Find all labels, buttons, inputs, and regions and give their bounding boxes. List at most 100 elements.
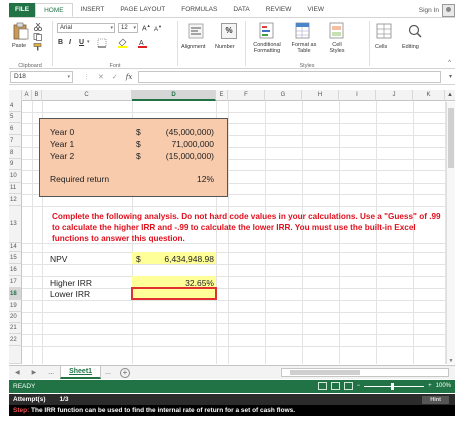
column-header-g[interactable]: G (265, 90, 302, 101)
row-header-5[interactable]: 5 (9, 112, 22, 123)
row-header-7[interactable]: 7 (9, 135, 22, 147)
tab-view[interactable]: VIEW (299, 3, 332, 17)
next-sheet-icon[interactable]: ▶ (26, 369, 43, 376)
column-header-k[interactable]: K (413, 90, 445, 101)
row-header-17[interactable]: 17 (9, 276, 22, 288)
normal-view-icon[interactable] (317, 382, 327, 390)
row-header-6[interactable]: 6 (9, 123, 22, 135)
tab-file[interactable]: FILE (9, 3, 36, 17)
enter-icon[interactable]: ✓ (112, 73, 118, 81)
required-return-label[interactable]: Required return (50, 174, 109, 184)
name-box[interactable]: D18 ▾ (10, 71, 73, 83)
tab-page-layout[interactable]: PAGE LAYOUT (112, 3, 173, 17)
column-header-d[interactable]: D (132, 90, 216, 101)
row-header-12[interactable]: 12 (9, 194, 22, 206)
npv-label[interactable]: NPV (50, 254, 67, 264)
font-size-select[interactable]: 12 ▾ (118, 23, 138, 33)
lower-irr-label[interactable]: Lower IRR (50, 289, 90, 299)
collapse-ribbon-icon[interactable]: ^ (448, 60, 451, 66)
next-sheets-more[interactable]: ... (101, 369, 115, 376)
tab-formulas[interactable]: FORMULAS (173, 3, 225, 17)
sign-in-label[interactable]: Sign In (419, 7, 439, 14)
row-header-10[interactable]: 10 (9, 170, 22, 183)
copy-icon[interactable] (33, 33, 43, 41)
row-header-9[interactable]: 9 (9, 159, 22, 170)
format-painter-icon[interactable] (33, 43, 43, 51)
font-name-select[interactable]: Arial ▾ (57, 23, 115, 33)
row-header-11[interactable]: 11 (9, 183, 22, 194)
year2-label[interactable]: Year 2 (50, 151, 74, 161)
insert-function-icon[interactable]: fx (126, 73, 133, 81)
row-header-14[interactable]: 14 (9, 243, 22, 252)
cell-styles-button[interactable]: Cell Styles (323, 42, 351, 54)
prev-sheet-icon[interactable]: ◀ (9, 369, 26, 376)
year0-value[interactable]: (45,000,000) (146, 127, 214, 137)
underline-dropdown-icon[interactable]: ▾ (87, 39, 90, 45)
tab-home[interactable]: HOME (35, 3, 73, 17)
avatar-icon[interactable] (442, 3, 455, 17)
italic-button[interactable]: I (69, 39, 71, 46)
paste-icon[interactable] (13, 22, 29, 40)
bold-button[interactable]: B (58, 39, 63, 46)
year0-label[interactable]: Year 0 (50, 127, 74, 137)
zoom-in-button[interactable]: + (428, 383, 432, 389)
zoom-level[interactable]: 100% (436, 383, 451, 389)
conditional-formatting-button[interactable]: Conditional Formatting (247, 42, 287, 54)
tab-insert[interactable]: INSERT (73, 3, 113, 17)
scrollbar-thumb[interactable] (448, 108, 454, 168)
column-header-a[interactable]: A (22, 90, 32, 101)
number-group[interactable]: % Number (215, 18, 243, 70)
column-header-j[interactable]: J (376, 90, 413, 101)
column-header-e[interactable]: E (216, 90, 228, 101)
borders-icon[interactable] (97, 38, 109, 48)
page-layout-view-icon[interactable] (330, 382, 340, 390)
row-header-4[interactable]: 4 (9, 101, 22, 112)
decrease-font-icon[interactable]: A▼ (154, 24, 162, 33)
year1-value[interactable]: 71,000,000 (146, 139, 214, 149)
formula-input[interactable] (138, 71, 441, 83)
year2-value[interactable]: (15,000,000) (146, 151, 214, 161)
cell-styles-icon[interactable] (329, 22, 345, 40)
column-header-f[interactable]: F (228, 90, 265, 101)
increase-font-icon[interactable]: A▲ (142, 23, 151, 32)
row-header-22[interactable]: 22 (9, 334, 22, 346)
hint-button[interactable]: Hint (422, 395, 449, 404)
expand-formula-bar-icon[interactable]: ▾ (449, 73, 452, 80)
font-color-icon[interactable]: A (137, 38, 149, 48)
chevron-down-icon[interactable]: ▾ (67, 72, 70, 82)
row-header-8[interactable]: 8 (9, 147, 22, 159)
vertical-scrollbar[interactable]: ▼ (446, 102, 455, 364)
format-as-table-button[interactable]: Format as Table (287, 42, 321, 54)
zoom-out-button[interactable]: − (357, 383, 361, 389)
column-header-b[interactable]: B (32, 90, 42, 101)
fill-color-icon[interactable] (117, 38, 129, 48)
higher-irr-label[interactable]: Higher IRR (50, 278, 92, 288)
conditional-formatting-icon[interactable] (259, 22, 275, 40)
tab-data[interactable]: DATA (225, 3, 257, 17)
underline-button[interactable]: U (79, 39, 84, 46)
add-sheet-button[interactable]: + (119, 367, 130, 378)
select-all-corner[interactable] (9, 90, 22, 101)
row-header-20[interactable]: 20 (9, 312, 22, 323)
sheet-tab-sheet1[interactable]: Sheet1 (60, 366, 102, 379)
zoom-slider[interactable] (364, 382, 425, 390)
format-as-table-icon[interactable] (295, 22, 311, 40)
row-header-18[interactable]: 18 (9, 288, 22, 300)
editing-group[interactable]: Editing (399, 18, 433, 70)
prev-sheets-more[interactable]: ... (42, 369, 60, 376)
scrollbar-thumb[interactable] (290, 370, 360, 375)
page-break-view-icon[interactable] (343, 382, 353, 390)
year1-label[interactable]: Year 1 (50, 139, 74, 149)
paste-button[interactable]: Paste (12, 43, 26, 49)
row-header-19[interactable]: 19 (9, 300, 22, 312)
row-header-15[interactable]: 15 (9, 252, 22, 264)
alignment-group[interactable]: Alignment (179, 18, 213, 70)
column-header-h[interactable]: H (302, 90, 339, 101)
column-header-i[interactable]: I (339, 90, 376, 101)
scroll-up-icon[interactable]: ▲ (445, 90, 455, 101)
tab-review[interactable]: REVIEW (258, 3, 300, 17)
required-return-value[interactable]: 12% (146, 174, 214, 184)
cut-icon[interactable] (33, 23, 43, 31)
cancel-icon[interactable]: ✕ (98, 73, 104, 81)
cells-group[interactable]: Cells (371, 18, 397, 70)
